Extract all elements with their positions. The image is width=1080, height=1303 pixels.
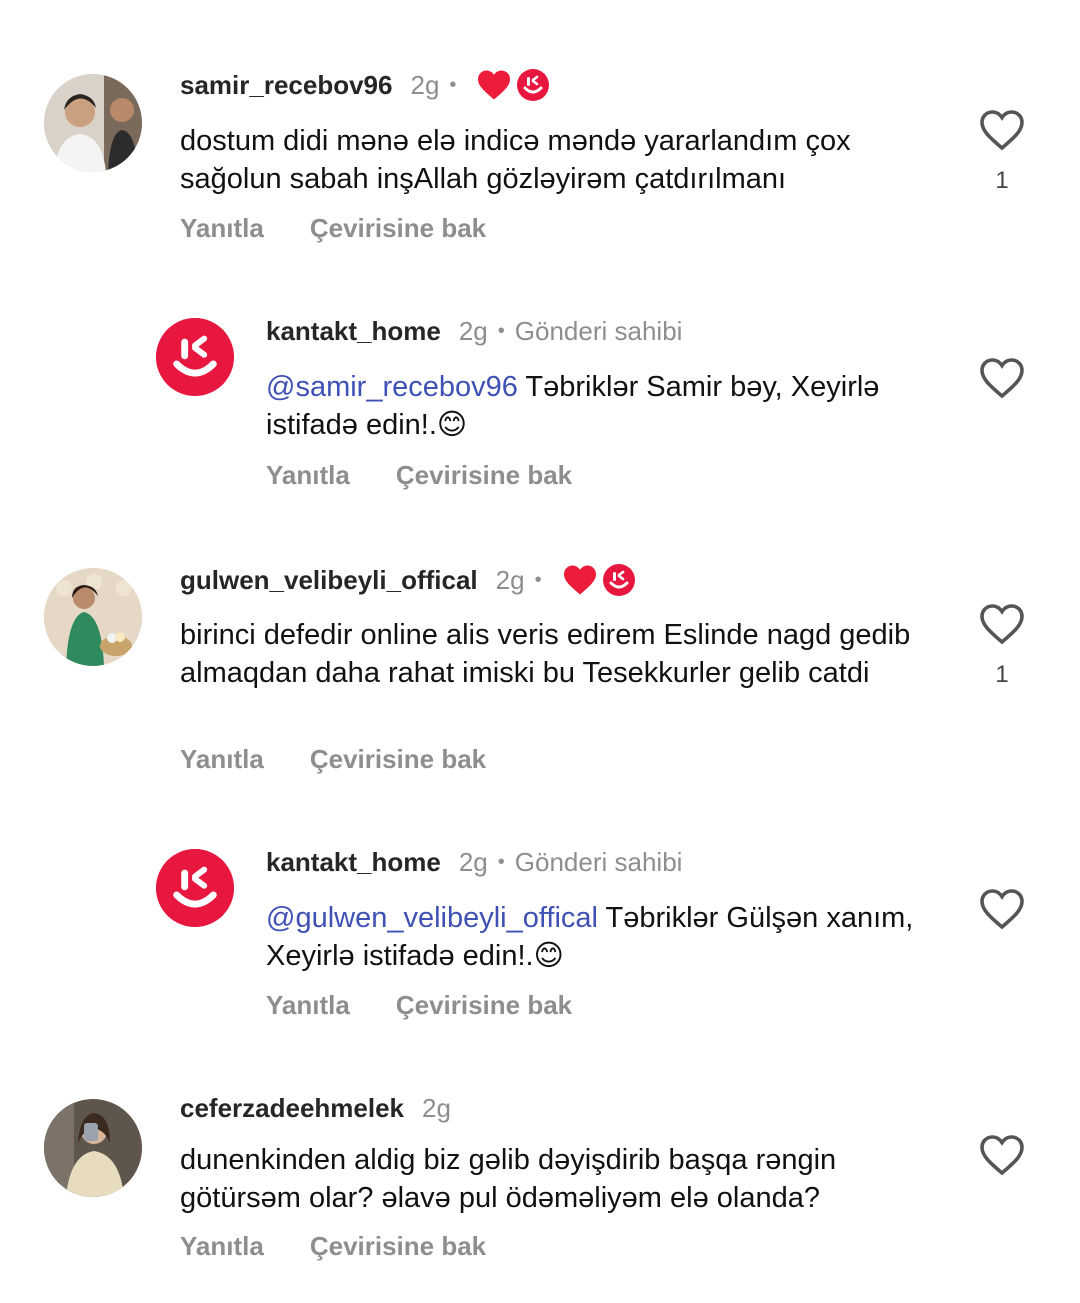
translate-button[interactable]: Çevirisine bak xyxy=(310,1231,486,1262)
heart-outline-icon[interactable] xyxy=(978,356,1026,400)
like-control: 1 xyxy=(978,602,1026,689)
brand-logo-icon xyxy=(156,849,234,927)
heart-filled-icon xyxy=(478,70,511,100)
timestamp: 2g xyxy=(410,69,440,100)
translate-button[interactable]: Çevirisine bak xyxy=(310,213,486,244)
comment-text: birinci defedir online alis veris edirem… xyxy=(180,619,911,689)
timestamp: 2g xyxy=(495,564,525,595)
comment-actions: Yanıtla Çevirisine bak xyxy=(266,460,572,491)
reply-button[interactable]: Yanıtla xyxy=(180,213,264,244)
mention-link[interactable]: @samir_recebov96 xyxy=(266,371,518,403)
comment-header: samir_recebov96 2g • xyxy=(180,68,550,102)
creator-liked-indicator xyxy=(562,563,636,597)
comment-text: @samir_recebov96 Təbriklər Samir bəy, Xe… xyxy=(266,368,946,444)
timestamp: 2g xyxy=(458,847,488,877)
brand-logo-icon xyxy=(156,318,234,396)
like-control xyxy=(978,1133,1026,1182)
username[interactable]: kantakt_home xyxy=(266,316,441,347)
timestamp: 2g xyxy=(458,316,488,346)
brand-logo-icon xyxy=(517,69,550,101)
mention-link[interactable]: @gulwen_velibeyli_offical xyxy=(266,902,598,934)
username[interactable]: samir_recebov96 xyxy=(180,70,392,101)
comment-text: dostum didi mənə elə indicə məndə yararl… xyxy=(180,125,851,195)
reply-button[interactable]: Yanıtla xyxy=(180,1231,264,1262)
comment-actions: Yanıtla Çevirisine bak xyxy=(180,1231,486,1262)
like-control: 1 xyxy=(978,108,1026,195)
comment-text: dunenkinden aldig biz gəlib dəyişdirib b… xyxy=(180,1144,837,1214)
separator-dot: • xyxy=(534,568,542,591)
avatar[interactable] xyxy=(44,568,142,666)
translate-button[interactable]: Çevirisine bak xyxy=(396,990,572,1021)
heart-outline-icon[interactable] xyxy=(978,602,1026,646)
like-control xyxy=(978,887,1026,936)
reply-button[interactable]: Yanıtla xyxy=(180,744,264,775)
heart-outline-icon[interactable] xyxy=(978,887,1026,931)
translate-button[interactable]: Çevirisine bak xyxy=(310,744,486,775)
avatar[interactable] xyxy=(156,849,234,927)
timestamp: 2g xyxy=(422,1093,451,1123)
like-control xyxy=(978,356,1026,405)
heart-filled-icon xyxy=(563,565,596,595)
owner-badge: Gönderi sahibi xyxy=(514,316,683,346)
avatar[interactable] xyxy=(44,1099,142,1197)
heart-outline-icon[interactable] xyxy=(978,108,1026,152)
brand-logo-icon xyxy=(602,564,635,596)
comment-actions: Yanıtla Çevirisine bak xyxy=(266,990,572,1021)
comment-header: kantakt_home 2g • Gönderi sahibi xyxy=(266,316,682,347)
like-count: 1 xyxy=(995,167,1009,194)
translate-button[interactable]: Çevirisine bak xyxy=(396,460,572,491)
owner-badge: Gönderi sahibi xyxy=(514,847,683,877)
comment-actions: Yanıtla Çevirisine bak xyxy=(180,744,486,775)
comment-text: @gulwen_velibeyli_offical Təbriklər Gülş… xyxy=(266,899,946,975)
comment-header: gulwen_velibeyli_offical 2g • xyxy=(180,563,636,597)
username[interactable]: kantakt_home xyxy=(266,847,441,878)
comment-header: ceferzadeehmelek 2g xyxy=(180,1093,451,1124)
reply-button[interactable]: Yanıtla xyxy=(266,990,350,1021)
separator-dot: • xyxy=(449,73,457,96)
avatar[interactable] xyxy=(156,318,234,396)
avatar[interactable] xyxy=(44,74,142,172)
separator-dot: • xyxy=(497,320,505,342)
comment-actions: Yanıtla Çevirisine bak xyxy=(180,213,486,244)
reply-button[interactable]: Yanıtla xyxy=(266,460,350,491)
separator-dot: • xyxy=(497,851,505,873)
like-count: 1 xyxy=(995,661,1009,688)
username[interactable]: ceferzadeehmelek xyxy=(180,1093,404,1124)
heart-outline-icon[interactable] xyxy=(978,1133,1026,1177)
username[interactable]: gulwen_velibeyli_offical xyxy=(180,565,478,596)
comment-header: kantakt_home 2g • Gönderi sahibi xyxy=(266,847,682,878)
creator-liked-indicator xyxy=(476,68,550,102)
